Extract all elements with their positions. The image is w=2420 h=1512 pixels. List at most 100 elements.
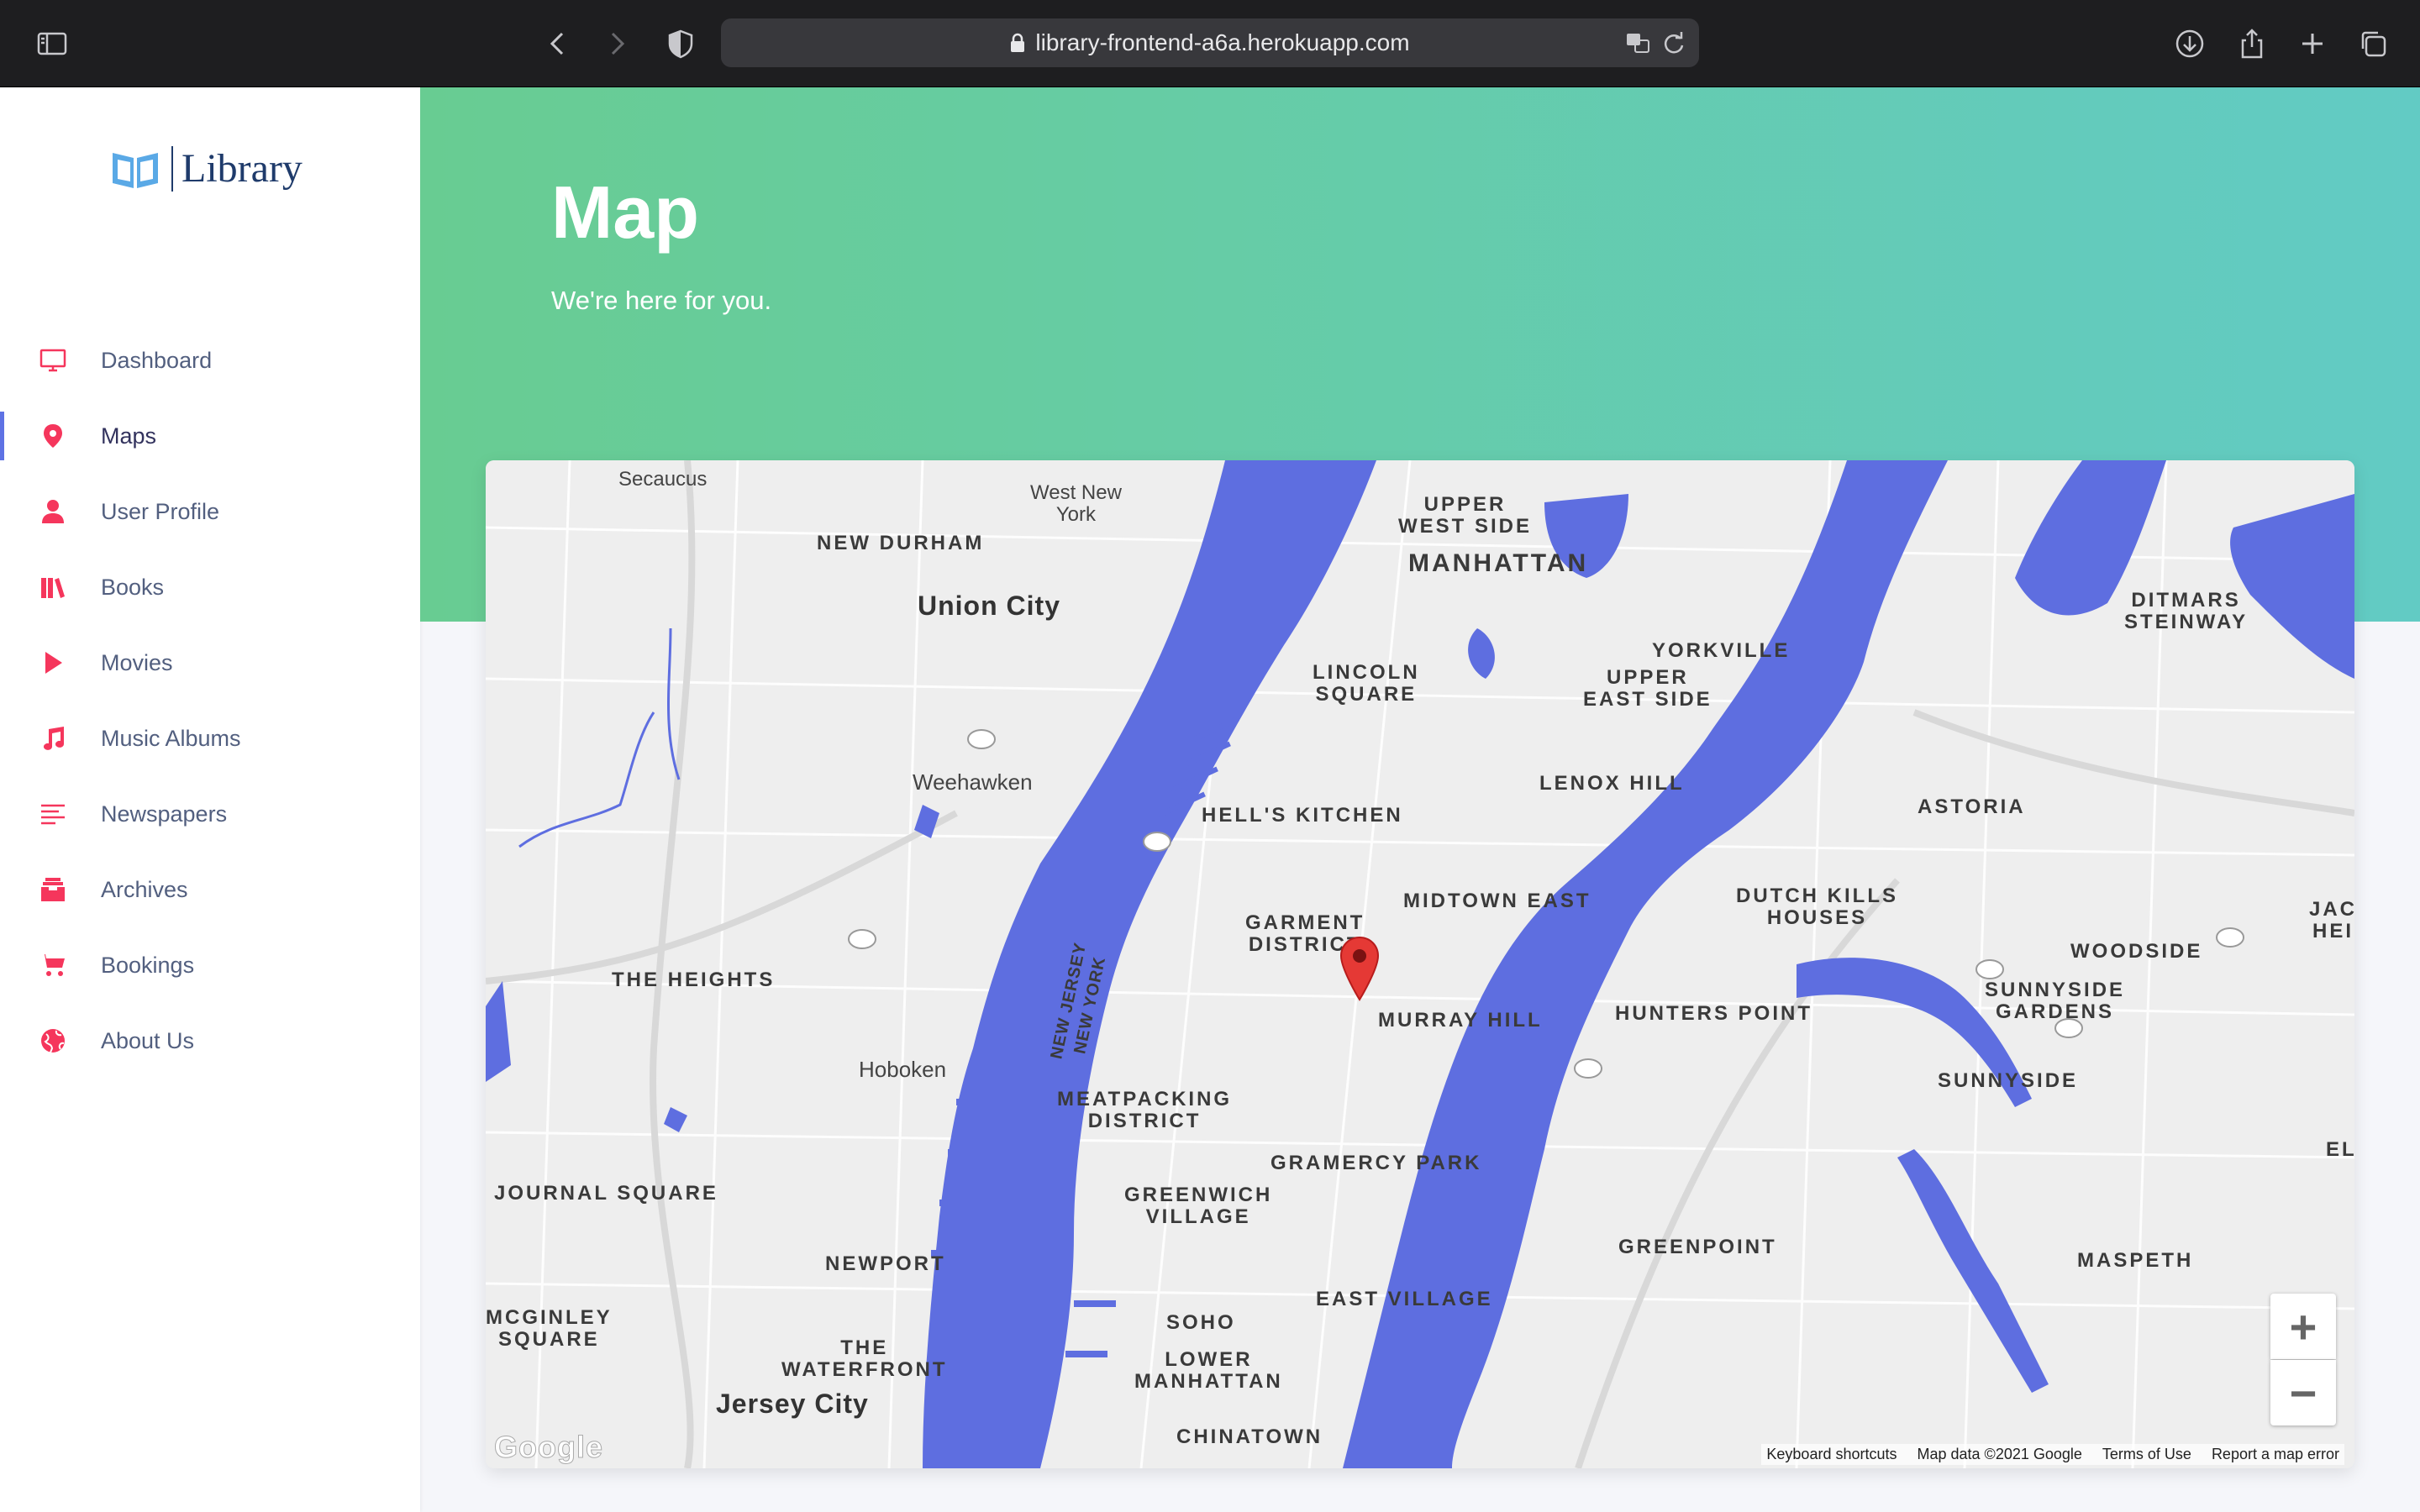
page-title: Map — [551, 171, 699, 254]
lock-icon — [1011, 33, 1025, 52]
sidebar-item-label: Music Albums — [101, 725, 241, 751]
map-label: ASTORIA — [1918, 795, 2026, 818]
map-label: WOODSIDE — [2070, 940, 2203, 963]
map-label: GRAMERCY PARK — [1270, 1152, 1482, 1174]
music-note-icon — [37, 722, 69, 754]
reload-icon[interactable] — [1660, 30, 1687, 57]
url-text: library-frontend-a6a.herokuapp.com — [1035, 29, 1410, 55]
map-label: Secaucus — [618, 468, 708, 491]
sidebar-item-label: About Us — [101, 1027, 195, 1053]
sidebar-item-label: User Profile — [101, 498, 220, 524]
map-label: GREENPOINT — [1618, 1236, 1777, 1258]
map-label: MEATPACKING DISTRICT — [1057, 1088, 1233, 1132]
zoom-in-button[interactable]: + — [2270, 1294, 2336, 1359]
sidebar: Library Dashboard Maps User Profile Book… — [0, 87, 420, 1512]
browser-toolbar: library-frontend-a6a.herokuapp.com — [0, 0, 2420, 87]
map-marker-icon[interactable] — [1339, 936, 1380, 1001]
map-label: Weehawken — [913, 769, 1033, 795]
keyboard-shortcuts-link[interactable]: Keyboard shortcuts — [1766, 1446, 1897, 1463]
sidebar-item-label: Maps — [101, 423, 157, 449]
map-label: MANHATTAN — [1408, 549, 1589, 577]
map-label: LENOX HILL — [1539, 772, 1685, 795]
sidebar-item-label: Dashboard — [101, 347, 213, 373]
sidebar-item-dashboard[interactable]: Dashboard — [0, 323, 420, 398]
sidebar-nav: Dashboard Maps User Profile Books Movies — [0, 323, 420, 1079]
map-label: UPPER WEST SIDE — [1398, 493, 1533, 538]
app-logo[interactable]: Library — [109, 146, 302, 192]
report-error-link[interactable]: Report a map error — [2212, 1446, 2339, 1463]
sidebar-item-label: Books — [101, 574, 165, 600]
map-label: Union City — [918, 591, 1060, 621]
map-label: DITMARS STEINWAY — [2124, 589, 2249, 633]
lines-icon — [37, 798, 69, 830]
map-label: MASPETH — [2077, 1249, 2194, 1272]
map-label: West New York — [1030, 481, 1122, 526]
map-label: DUTCH KILLS HOUSES — [1736, 885, 1898, 929]
share-icon[interactable] — [2233, 25, 2270, 62]
sidebar-item-label: Archives — [101, 876, 188, 902]
google-logo[interactable]: Google — [494, 1430, 603, 1465]
globe-icon — [37, 1025, 69, 1057]
play-icon — [37, 647, 69, 679]
map-label: SOHO — [1166, 1311, 1236, 1334]
sidebar-item-music-albums[interactable]: Music Albums — [0, 701, 420, 776]
map-label: MURRAY HILL — [1378, 1009, 1543, 1032]
map-pin-icon — [37, 420, 69, 452]
page-subtitle: We're here for you. — [551, 286, 772, 315]
map-label: CHINATOWN — [1176, 1425, 1323, 1448]
sidebar-item-newspapers[interactable]: Newspapers — [0, 776, 420, 852]
map-label: SUNNYSIDE GARDENS — [1985, 979, 2126, 1023]
logo-text: Library — [171, 146, 302, 192]
sidebar-item-movies[interactable]: Movies — [0, 625, 420, 701]
sidebar-item-about-us[interactable]: About Us — [0, 1003, 420, 1079]
map-label: EAST VILLAGE — [1316, 1288, 1493, 1310]
map-label: NEW DURHAM — [817, 532, 985, 554]
map-label: MCGINLEY SQUARE — [486, 1306, 613, 1351]
map-label: SUNNYSIDE — [1938, 1069, 2079, 1092]
map-label: YORKVILLE — [1652, 639, 1791, 662]
terms-link[interactable]: Terms of Use — [2102, 1446, 2191, 1463]
back-icon[interactable] — [539, 25, 576, 62]
map-label: UPPER EAST SIDE — [1583, 666, 1712, 711]
shield-icon[interactable] — [662, 25, 699, 62]
map-data-text: Map data ©2021 Google — [1917, 1446, 2082, 1462]
map-canvas[interactable] — [486, 460, 2354, 1468]
map-label: MIDTOWN EAST — [1403, 890, 1591, 912]
map-label: THE HEIGHTS — [612, 969, 776, 991]
map-label: GREENWICH VILLAGE — [1124, 1184, 1273, 1228]
map-label: JOURNAL SQUARE — [494, 1182, 718, 1205]
download-icon[interactable] — [2171, 25, 2208, 62]
map-label: HELL'S KITCHEN — [1202, 804, 1403, 827]
address-bar[interactable]: library-frontend-a6a.herokuapp.com — [721, 18, 1699, 67]
map-container[interactable]: Secaucus West New York NEW DURHAM Union … — [486, 460, 2354, 1468]
map-label: Jersey City — [716, 1389, 869, 1419]
map-label: LINCOLN SQUARE — [1313, 661, 1420, 706]
sidebar-item-user-profile[interactable]: User Profile — [0, 474, 420, 549]
sidebar-toggle-icon[interactable] — [34, 25, 71, 62]
map-label: EL — [2326, 1138, 2354, 1161]
new-tab-icon[interactable] — [2294, 25, 2331, 62]
sidebar-item-maps[interactable]: Maps — [0, 398, 420, 474]
map-label: Hoboken — [859, 1057, 947, 1082]
book-logo-icon — [113, 153, 158, 188]
sidebar-item-bookings[interactable]: Bookings — [0, 927, 420, 1003]
zoom-out-button[interactable]: − — [2270, 1360, 2336, 1425]
cart-icon — [37, 949, 69, 981]
tabs-overview-icon[interactable] — [2354, 25, 2391, 62]
map-label: HUNTERS POINT — [1615, 1002, 1813, 1025]
map-footer: Keyboard shortcuts Map data ©2021 Google… — [1761, 1444, 2344, 1465]
sidebar-item-books[interactable]: Books — [0, 549, 420, 625]
sidebar-item-label: Bookings — [101, 952, 195, 978]
books-icon — [37, 571, 69, 603]
map-label: THE WATERFRONT — [781, 1336, 948, 1381]
user-icon — [37, 496, 69, 528]
tv-icon — [37, 344, 69, 376]
sidebar-item-archives[interactable]: Archives — [0, 852, 420, 927]
map-label: NEWPORT — [825, 1252, 946, 1275]
forward-icon[interactable] — [598, 25, 635, 62]
sidebar-item-label: Newspapers — [101, 801, 228, 827]
archive-icon — [37, 874, 69, 906]
map-label: JAC HEI — [2309, 898, 2354, 942]
translate-icon[interactable] — [1625, 30, 1652, 57]
map-label: LOWER MANHATTAN — [1134, 1348, 1283, 1393]
